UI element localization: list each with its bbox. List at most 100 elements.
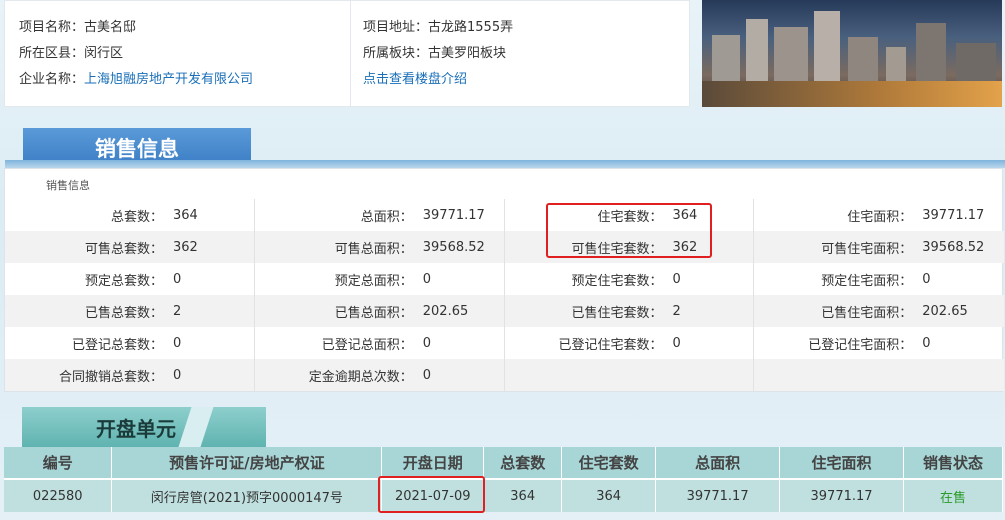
stat-label: 预定总套数： <box>84 273 163 289</box>
project-name: 古美名邸 <box>84 20 137 35</box>
stat-label: 已售住宅套数： <box>571 305 663 321</box>
stat-label: 已登记住宅套数： <box>558 337 663 353</box>
project-intro-link[interactable]: 点击查看楼盘介绍 <box>363 72 467 87</box>
project-block: 古美罗阳板块 <box>428 46 507 61</box>
project-address-label: 项目地址： <box>363 20 429 35</box>
col-header-open-date: 开盘日期 <box>381 447 485 480</box>
sales-caption: 销售信息 <box>46 179 90 192</box>
sales-tab-title: 销售信息 <box>95 137 179 161</box>
project-photo <box>702 0 1002 107</box>
stat-label: 预定住宅面积： <box>821 273 913 289</box>
stat-label: 已售住宅面积： <box>821 305 913 321</box>
sales-cell: 可售住宅面积： 39568.52 <box>754 231 1004 263</box>
stat-value: 0 <box>173 335 182 351</box>
sales-cell: 预定总面积： 0 <box>255 263 505 295</box>
sales-cell: 预定总套数： 0 <box>5 263 255 295</box>
stat-value: 364 <box>173 207 198 223</box>
project-district-row: 所在区县：闵行区 <box>19 41 253 67</box>
sales-info-panel: 销售信息 总套数： 364 总面积： 39771.17 住宅套数： 364 住宅面积：… <box>4 168 1004 392</box>
stat-label: 预定总面积： <box>334 273 413 289</box>
company-link[interactable]: 上海旭融房地产开发有限公司 <box>84 72 253 87</box>
stat-label: 住宅面积： <box>847 209 913 225</box>
stat-label: 总套数： <box>110 209 163 225</box>
stat-value: 0 <box>672 335 681 351</box>
stat-label: 已售总面积： <box>334 305 413 321</box>
stat-value: 39771.17 <box>422 207 485 223</box>
sales-section-bar <box>5 160 1005 168</box>
sales-cell: 总面积： 39771.17 <box>255 199 505 231</box>
sales-cell: 已登记住宅面积： 0 <box>754 327 1004 359</box>
sales-cell: 住宅面积： 39771.17 <box>754 199 1004 231</box>
sales-cell <box>754 359 1004 391</box>
intro-row: 点击查看楼盘介绍 <box>363 67 513 93</box>
units-table: 编号 预售许可证/房地产权证 开盘日期 总套数 住宅套数 总面积 住宅面积 销售… <box>4 447 1003 512</box>
stat-value: 0 <box>672 271 681 287</box>
stat-value: 0 <box>922 335 931 351</box>
sales-grid: 总套数： 364 总面积： 39771.17 住宅套数： 364 住宅面积： 39771… <box>5 199 1004 391</box>
sales-row: 已售总套数： 2 已售总面积： 202.65 已售住宅套数： 2 已售住宅面积： 202… <box>5 295 1004 327</box>
highlight-box-open-date <box>378 476 485 513</box>
unit-residential-units: 364 <box>561 479 657 512</box>
stat-label: 总面积： <box>360 209 413 225</box>
units-header-row: 编号 预售许可证/房地产权证 开盘日期 总套数 住宅套数 总面积 住宅面积 销售… <box>4 447 1003 480</box>
sales-cell: 已售总套数： 2 <box>5 295 255 327</box>
unit-total-area: 39771.17 <box>655 479 781 512</box>
project-info-card: 项目名称：古美名邸 所在区县：闵行区 企业名称：上海旭融房地产开发有限公司 项目… <box>4 0 690 108</box>
stat-label: 已登记总面积： <box>321 337 413 353</box>
col-header-residential-units: 住宅套数 <box>561 447 657 480</box>
sales-cell <box>505 359 755 391</box>
stat-value: 202.65 <box>922 303 968 319</box>
sales-row: 总套数： 364 总面积： 39771.17 住宅套数： 364 住宅面积： 39771… <box>5 199 1004 231</box>
stat-value: 0 <box>922 271 931 287</box>
project-info-right: 项目地址：古龙路1555弄 所属板块：古美罗阳板块 点击查看楼盘介绍 <box>363 15 513 93</box>
sales-cell: 定金逾期总次数： 0 <box>255 359 505 391</box>
col-header-total-units: 总套数 <box>483 447 563 480</box>
project-block-row: 所属板块：古美罗阳板块 <box>363 41 513 67</box>
photo-road <box>702 81 1002 107</box>
info-divider <box>350 1 351 108</box>
stat-value: 39568.52 <box>922 239 985 255</box>
sales-cell: 已售总面积： 202.65 <box>255 295 505 327</box>
sales-cell: 预定住宅面积： 0 <box>754 263 1004 295</box>
project-name-row: 项目名称：古美名邸 <box>19 15 253 41</box>
unit-sales-status: 在售 <box>903 479 1003 512</box>
col-header-permit: 预售许可证/房地产权证 <box>111 447 383 480</box>
units-tab-title: 开盘单元 <box>96 416 176 441</box>
col-header-total-area: 总面积 <box>655 447 781 480</box>
stat-label: 可售总套数： <box>84 241 163 257</box>
sales-cell: 总套数： 364 <box>5 199 255 231</box>
stat-value: 0 <box>422 271 432 287</box>
stat-label: 可售住宅面积： <box>821 241 913 257</box>
sales-cell: 已登记住宅套数： 0 <box>505 327 755 359</box>
project-district-label: 所在区县： <box>19 46 85 61</box>
unit-permit: 闵行房管(2021)预字0000147号 <box>111 479 383 512</box>
project-address: 古龙路1555弄 <box>428 20 514 35</box>
project-name-label: 项目名称： <box>19 20 85 35</box>
col-header-sales-status: 销售状态 <box>903 447 1003 480</box>
table-row[interactable]: 022580 闵行房管(2021)预字0000147号 2021-07-09 3… <box>4 479 1003 512</box>
col-header-residential-area: 住宅面积 <box>779 447 905 480</box>
stat-value: 0 <box>173 367 182 383</box>
project-block-label: 所属板块： <box>363 46 429 61</box>
stat-value: 362 <box>173 239 198 255</box>
sales-cell: 已登记总面积： 0 <box>255 327 505 359</box>
project-company-row: 企业名称：上海旭融房地产开发有限公司 <box>19 67 253 93</box>
stat-value: 0 <box>422 367 432 383</box>
col-header-id: 编号 <box>4 447 113 480</box>
stat-value: 0 <box>173 271 182 287</box>
project-district: 闵行区 <box>84 46 124 61</box>
sales-cell: 已登记总套数： 0 <box>5 327 255 359</box>
sales-row: 合同撤销总套数： 0 定金逾期总次数： 0 <box>5 359 1004 391</box>
stat-label: 定金逾期总次数： <box>308 369 413 385</box>
stat-label: 已登记总套数： <box>71 337 163 353</box>
sales-row: 预定总套数： 0 预定总面积： 0 预定住宅套数： 0 预定住宅面积： 0 <box>5 263 1004 295</box>
stat-value: 39771.17 <box>922 207 985 223</box>
project-company-label: 企业名称： <box>19 72 85 87</box>
stat-value: 2 <box>173 303 182 319</box>
sales-row: 可售总套数： 362 可售总面积： 39568.52 可售住宅套数： 362 可售住宅… <box>5 231 1004 263</box>
stat-label: 已登记住宅面积： <box>808 337 913 353</box>
stat-value: 202.65 <box>422 303 469 319</box>
stat-label: 合同撤销总套数： <box>58 369 163 385</box>
stat-value: 0 <box>422 335 432 351</box>
units-section-tab[interactable]: 开盘单元 <box>22 407 266 447</box>
